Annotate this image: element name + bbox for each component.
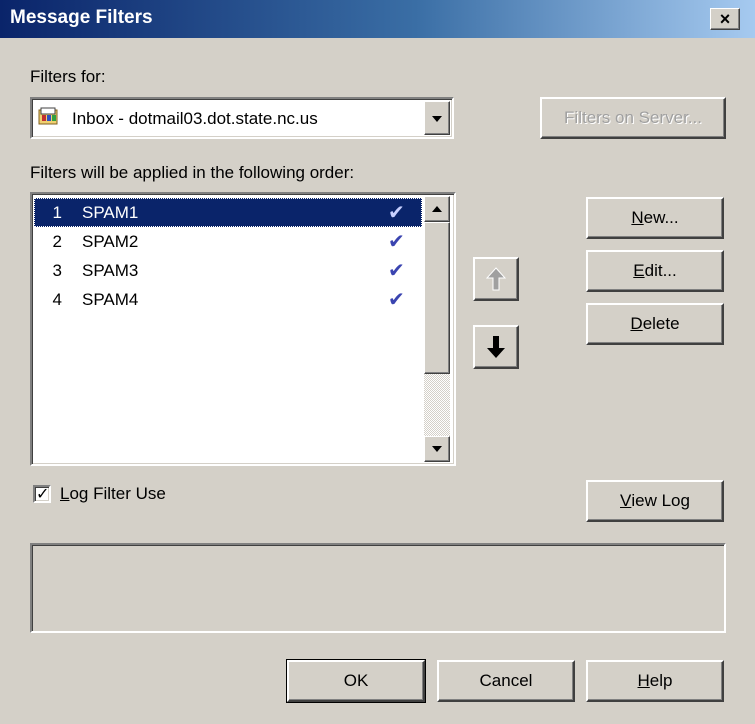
filter-row[interactable]: 2 SPAM2 ✔ [34,227,422,256]
dropdown-arrow-button[interactable] [424,101,450,135]
chevron-down-icon [432,446,442,452]
checkbox-box[interactable]: ✓ [33,485,51,503]
filter-list[interactable]: 1 SPAM1 ✔ 2 SPAM2 ✔ 3 SPAM3 ✔ 4 SPAM4 ✔ [30,192,456,466]
close-icon: × [719,9,731,29]
filter-row[interactable]: 3 SPAM3 ✔ [34,256,422,285]
window-title: Message Filters [10,7,153,28]
scroll-down-button[interactable] [424,436,450,462]
log-filter-use-label: Log Filter Use [60,484,166,503]
ok-button[interactable]: OK [286,659,426,703]
delete-filter-button[interactable]: Delete [586,303,724,345]
cancel-button[interactable]: Cancel [437,660,575,702]
move-down-button[interactable] [473,325,519,369]
filter-number: 1 [52,202,62,222]
help-button[interactable]: Help [586,660,724,702]
move-up-button[interactable] [473,257,519,301]
log-filter-use-checkbox[interactable]: ✓ Log Filter Use [33,484,166,504]
filter-name: SPAM1 [82,202,139,222]
new-filter-button[interactable]: New... [586,197,724,239]
inbox-icon [38,107,62,127]
chevron-up-icon [432,206,442,212]
enabled-check-icon[interactable]: ✔ [388,200,422,225]
filter-description-panel [30,543,726,633]
filters-for-value: Inbox - dotmail03.dot.state.nc.us [72,109,318,128]
filter-number: 4 [52,289,62,309]
enabled-check-icon[interactable]: ✔ [388,229,422,254]
filter-number: 2 [52,231,62,251]
filters-for-dropdown[interactable]: Inbox - dotmail03.dot.state.nc.us [30,97,454,139]
filter-name: SPAM4 [82,289,139,309]
filters-for-label: Filters for: [30,67,106,86]
filter-name: SPAM2 [82,231,139,251]
checkmark-icon: ✓ [36,486,50,503]
enabled-check-icon[interactable]: ✔ [388,287,422,312]
filter-row[interactable]: 4 SPAM4 ✔ [34,285,422,314]
edit-filter-button[interactable]: Edit... [586,250,724,292]
view-log-button[interactable]: View Log [586,480,724,522]
enabled-check-icon[interactable]: ✔ [388,258,422,283]
filter-number: 3 [52,260,62,280]
scroll-thumb[interactable] [424,222,450,374]
filter-name: SPAM3 [82,260,139,280]
arrow-up-icon [485,267,507,291]
close-button[interactable]: × [710,8,740,30]
filter-row[interactable]: 1 SPAM1 ✔ [34,198,422,227]
arrow-down-icon [487,336,505,358]
filter-rows: 1 SPAM1 ✔ 2 SPAM2 ✔ 3 SPAM3 ✔ 4 SPAM4 ✔ [34,198,424,460]
order-label: Filters will be applied in the following… [30,163,355,182]
list-scrollbar[interactable] [424,196,450,462]
title-bar: Message Filters × [0,0,755,38]
scroll-up-button[interactable] [424,196,450,222]
chevron-down-icon [432,116,442,122]
filters-on-server-button[interactable]: Filters on Server... [540,97,726,139]
